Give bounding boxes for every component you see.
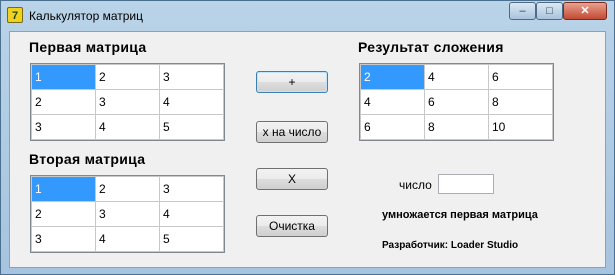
maximize-button[interactable]: □ — [536, 2, 563, 20]
second-matrix-cell[interactable]: 5 — [159, 226, 224, 252]
second-matrix-cell[interactable]: 4 — [159, 201, 224, 227]
window-title: Калькулятор матриц — [29, 9, 143, 23]
second-matrix-grid: 1 2 3 2 3 4 3 4 5 — [30, 175, 225, 253]
second-matrix-cell[interactable]: 3 — [31, 226, 96, 252]
clear-button[interactable]: Очистка — [256, 215, 328, 237]
first-matrix-grid: 1 2 3 2 3 4 3 4 5 — [30, 63, 225, 141]
second-matrix-cell[interactable]: 4 — [95, 226, 160, 252]
first-matrix-cell[interactable]: 4 — [159, 89, 224, 115]
minimize-button[interactable]: ‒ — [509, 2, 536, 20]
first-matrix-cell[interactable]: 5 — [159, 114, 224, 140]
result-cell[interactable]: 2 — [360, 64, 425, 90]
multiply-note: умножается первая матрица — [382, 209, 538, 221]
multiply-by-number-button[interactable]: х на число — [256, 121, 328, 143]
result-cell[interactable]: 8 — [488, 89, 553, 115]
first-matrix-title: Первая матрица — [29, 39, 147, 55]
result-grid: 2 4 6 4 6 8 6 8 10 — [359, 63, 554, 141]
first-matrix-cell[interactable]: 3 — [159, 64, 224, 90]
multiply-matrices-button[interactable]: Х — [256, 168, 328, 190]
result-cell[interactable]: 6 — [488, 64, 553, 90]
second-matrix-title: Вторая матрица — [29, 151, 146, 167]
app-icon: 7 — [7, 7, 23, 23]
result-cell[interactable]: 8 — [424, 114, 489, 140]
result-cell[interactable]: 4 — [424, 64, 489, 90]
add-button[interactable]: + — [256, 71, 328, 93]
result-cell[interactable]: 6 — [424, 89, 489, 115]
number-label: число — [399, 178, 432, 192]
result-cell[interactable]: 10 — [488, 114, 553, 140]
second-matrix-cell[interactable]: 2 — [31, 201, 96, 227]
title-bar[interactable]: 7 Калькулятор матриц ‒ □ ✕ — [1, 1, 614, 31]
first-matrix-cell[interactable]: 2 — [31, 89, 96, 115]
first-matrix-cell[interactable]: 3 — [31, 114, 96, 140]
client-area: Первая матрица 1 2 3 2 3 4 3 4 5 Вторая … — [9, 31, 606, 268]
developer-credit: Разработчик: Loader Studio — [382, 240, 519, 251]
close-button[interactable]: ✕ — [563, 2, 607, 20]
first-matrix-cell[interactable]: 2 — [95, 64, 160, 90]
second-matrix-cell[interactable]: 3 — [95, 201, 160, 227]
first-matrix-cell[interactable]: 4 — [95, 114, 160, 140]
result-cell[interactable]: 6 — [360, 114, 425, 140]
app-window: 7 Калькулятор матриц ‒ □ ✕ Первая матриц… — [0, 0, 615, 275]
result-cell[interactable]: 4 — [360, 89, 425, 115]
result-title: Результат сложения — [358, 39, 504, 55]
second-matrix-cell[interactable]: 1 — [31, 176, 96, 202]
number-input[interactable] — [438, 174, 494, 194]
second-matrix-cell[interactable]: 3 — [159, 176, 224, 202]
first-matrix-cell[interactable]: 3 — [95, 89, 160, 115]
first-matrix-cell[interactable]: 1 — [31, 64, 96, 90]
second-matrix-cell[interactable]: 2 — [95, 176, 160, 202]
